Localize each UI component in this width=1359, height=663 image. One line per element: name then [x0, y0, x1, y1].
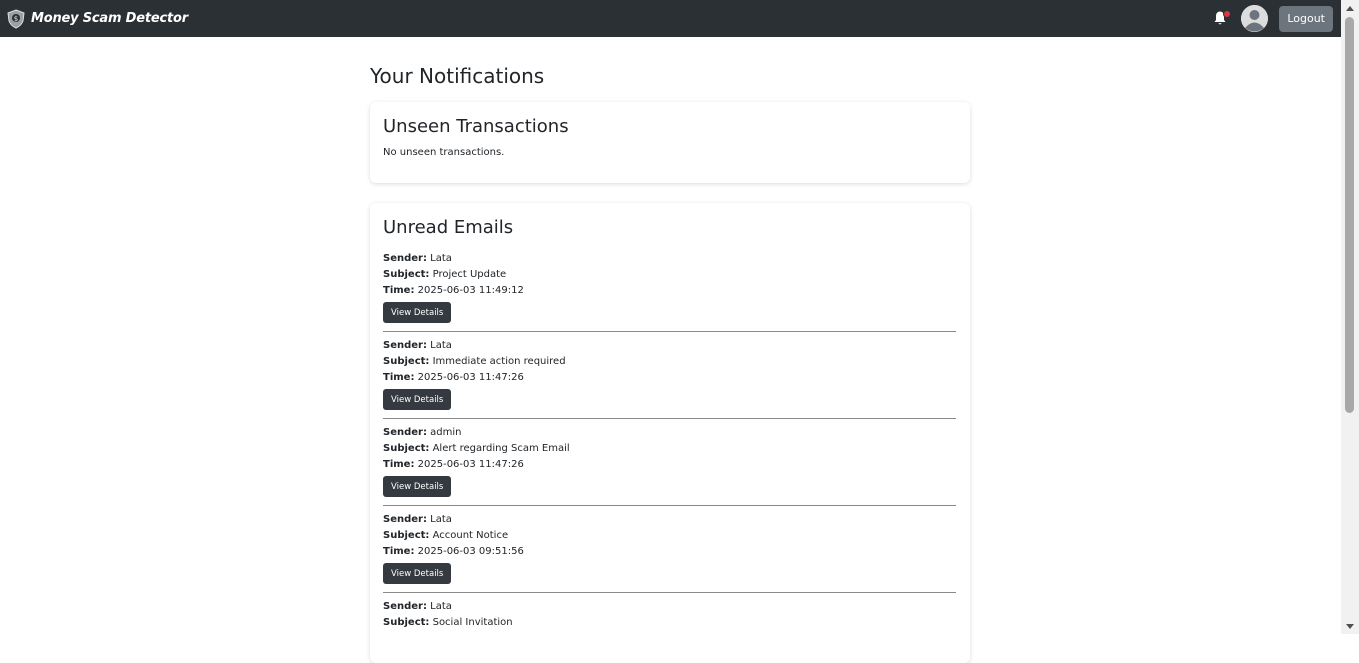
email-subject: Social Invitation — [432, 617, 513, 628]
divider — [383, 592, 956, 593]
email-sender: Lata — [430, 601, 452, 612]
transactions-card-title: Unseen Transactions — [383, 116, 569, 137]
email-subject: Alert regarding Scam Email — [432, 443, 570, 454]
subject-label: Subject: — [383, 617, 430, 628]
view-details-button[interactable]: View Details — [383, 563, 452, 584]
email-time-row: Time: 2025-06-03 11:47:26 — [383, 457, 956, 473]
notifications-page: Your Notifications Unseen Transactions N… — [370, 37, 970, 663]
email-time-row: Time: 2025-06-03 09:51:56 — [383, 544, 956, 560]
unseen-transactions-card: Unseen Transactions No unseen transactio… — [370, 102, 970, 183]
email-time: 2025-06-03 11:47:26 — [417, 372, 524, 383]
time-label: Time: — [383, 285, 415, 296]
divider — [383, 505, 956, 506]
logout-button[interactable]: Logout — [1279, 5, 1333, 32]
email-sender: Lata — [430, 253, 452, 264]
email-time-row: Time: 2025-06-03 11:47:26 — [383, 370, 956, 386]
scroll-up-arrow-icon[interactable] — [1346, 6, 1354, 11]
list-item: Sender: admin Subject: Alert regarding S… — [383, 425, 956, 497]
sender-label: Sender: — [383, 601, 427, 612]
sender-label: Sender: — [383, 427, 427, 438]
email-list: Sender: Lata Subject: Project Update Tim… — [383, 251, 956, 631]
list-item: Sender: Lata Subject: Project Update Tim… — [383, 251, 956, 323]
email-sender: Lata — [430, 340, 452, 351]
email-subject: Account Notice — [432, 530, 509, 541]
list-item: Sender: Lata Subject: Social Invitation — [383, 599, 956, 631]
email-sender: Lata — [430, 514, 452, 525]
email-sender-row: Sender: Lata — [383, 512, 956, 528]
list-item: Sender: Lata Subject: Immediate action r… — [383, 338, 956, 410]
time-label: Time: — [383, 459, 415, 470]
svg-text:$: $ — [14, 15, 18, 23]
user-avatar-icon — [1241, 5, 1269, 32]
emails-card-title: Unread Emails — [383, 217, 514, 238]
email-sender-row: Sender: Lata — [383, 251, 956, 267]
scroll-thumb[interactable] — [1345, 17, 1354, 413]
time-label: Time: — [383, 372, 415, 383]
sender-label: Sender: — [383, 253, 427, 264]
email-time: 2025-06-03 11:47:26 — [417, 459, 524, 470]
top-navbar: $ Money Scam Detector Logout — [0, 0, 1341, 37]
divider — [383, 331, 956, 332]
email-subject-row: Subject: Immediate action required — [383, 354, 956, 370]
email-sender: admin — [430, 427, 462, 438]
sender-label: Sender: — [383, 340, 427, 351]
list-item: Sender: Lata Subject: Account Notice Tim… — [383, 512, 956, 584]
email-sender-row: Sender: Lata — [383, 599, 956, 615]
nav-actions: Logout — [1213, 0, 1333, 37]
subject-label: Subject: — [383, 356, 430, 367]
brand-title: Money Scam Detector — [31, 11, 188, 26]
email-subject-row: Subject: Social Invitation — [383, 615, 956, 631]
scroll-down-arrow-icon[interactable] — [1346, 624, 1354, 629]
unread-emails-card: Unread Emails Sender: Lata Subject: Proj… — [370, 203, 970, 663]
email-time-row: Time: 2025-06-03 11:49:12 — [383, 283, 956, 299]
view-details-button[interactable]: View Details — [383, 302, 452, 323]
notifications-bell[interactable] — [1213, 9, 1232, 28]
sender-label: Sender: — [383, 514, 427, 525]
email-time: 2025-06-03 09:51:56 — [417, 546, 524, 557]
notification-badge — [1223, 9, 1232, 18]
subject-label: Subject: — [383, 530, 430, 541]
shield-logo-icon: $ — [7, 8, 25, 29]
email-subject-row: Subject: Account Notice — [383, 528, 956, 544]
email-subject: Immediate action required — [432, 356, 566, 367]
subject-label: Subject: — [383, 443, 430, 454]
email-subject: Project Update — [432, 269, 507, 280]
page-scrollbar[interactable] — [1341, 0, 1359, 634]
email-subject-row: Subject: Alert regarding Scam Email — [383, 441, 956, 457]
divider — [383, 418, 956, 419]
email-subject-row: Subject: Project Update — [383, 267, 956, 283]
email-sender-row: Sender: Lata — [383, 338, 956, 354]
brand[interactable]: $ Money Scam Detector — [6, 8, 188, 29]
email-sender-row: Sender: admin — [383, 425, 956, 441]
time-label: Time: — [383, 546, 415, 557]
avatar[interactable] — [1241, 5, 1269, 32]
view-details-button[interactable]: View Details — [383, 389, 452, 410]
subject-label: Subject: — [383, 269, 430, 280]
view-details-button[interactable]: View Details — [383, 476, 452, 497]
email-time: 2025-06-03 11:49:12 — [417, 285, 524, 296]
transactions-empty-text: No unseen transactions. — [383, 147, 505, 158]
page-title: Your Notifications — [370, 64, 545, 88]
